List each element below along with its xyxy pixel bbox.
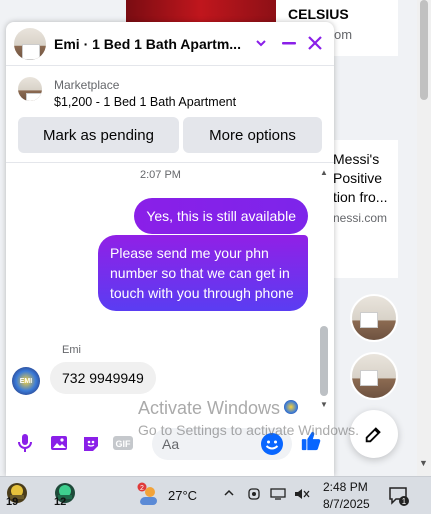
chat-title[interactable]: Emi · 1 Bed 1 Bath Apartm... [54,36,244,52]
activate-windows-watermark: Activate Windows [138,398,281,418]
mark-as-pending-button[interactable]: Mark as pending [18,117,179,153]
scroll-up-arrow[interactable]: ▲ [320,168,328,177]
message-bubble-outgoing[interactable]: Please send me your phn number so that w… [98,235,308,311]
close-icon[interactable] [304,32,326,54]
chat-scrollbar-thumb[interactable] [320,326,328,396]
notification-center-icon[interactable]: 1 [388,485,410,507]
windows-taskbar: 19 12 2 27°C 2:48 PM 8/7/2025 1 [0,476,431,514]
sender-name: Emi [62,344,81,356]
compose-icon [365,427,381,443]
volume-muted-icon[interactable] [294,487,310,504]
chat-head-avatar[interactable] [350,352,398,400]
listing-label: Marketplace [54,78,120,92]
feed-link-title[interactable]: Messi's Positive tion fro... [333,150,395,207]
weather-badge: 2 [140,485,144,492]
weather-temperature[interactable]: 27°C [168,488,197,503]
weather-icon[interactable]: 2 [136,482,162,508]
scroll-down-arrow[interactable]: ▼ [320,400,328,409]
listing-thumbnail[interactable] [18,77,42,101]
photo-icon[interactable] [48,432,70,454]
avatar-text: EMI [19,377,33,385]
message-list[interactable]: 2:07 PM Yes, this is still available Ple… [6,164,334,416]
sticker-icon[interactable] [80,432,102,454]
activate-windows-subtext: Go to Settings to activate Windows. [138,422,359,438]
feed-card-subtitle: om [334,27,353,42]
taskbar-app-2-badge: 12 [54,496,67,508]
read-receipt-avatar [284,400,298,414]
chat-scrollbar[interactable]: ▲ ▼ [318,166,330,412]
minimize-icon[interactable] [278,32,300,54]
feed-link-url: nessi.com [333,211,388,225]
notification-count: 1 [402,497,407,506]
feed-card-image [126,0,276,22]
chevron-down-icon[interactable] [250,32,272,54]
listing-avatar[interactable] [14,28,46,60]
listing-description[interactable]: $1,200 - 1 Bed 1 Bath Apartment [54,95,236,109]
microphone-icon[interactable] [14,432,36,454]
feed-card-title[interactable]: CELSIUS [288,6,349,22]
camera-icon[interactable] [247,487,261,504]
message-bubble-outgoing[interactable]: Yes, this is still available [134,198,308,234]
sender-avatar[interactable]: EMI [12,367,40,395]
chat-head-avatar[interactable] [350,294,398,342]
marketplace-listing-banner: Marketplace $1,200 - 1 Bed 1 Bath Apartm… [6,67,334,163]
chat-header[interactable]: Emi · 1 Bed 1 Bath Apartm... [6,22,334,66]
svg-text:GIF: GIF [116,439,132,449]
taskbar-app-1-badge: 19 [6,496,19,508]
scroll-down-arrow[interactable]: ▼ [419,458,428,468]
network-icon[interactable] [270,487,286,504]
more-options-button[interactable]: More options [183,117,322,153]
scrollbar-thumb[interactable] [420,0,428,100]
clock-date[interactable]: 8/7/2025 [323,497,370,511]
gif-icon[interactable]: GIF [112,432,134,454]
message-timestamp: 2:07 PM [140,169,181,181]
page-scrollbar[interactable]: ▼ [417,0,431,476]
message-bubble-incoming[interactable]: 732 9949949 [50,362,156,394]
clock-time[interactable]: 2:48 PM [323,480,368,494]
chevron-up-icon[interactable] [223,487,235,502]
taskbar-app-1[interactable]: 19 [2,481,32,511]
taskbar-app-2[interactable]: 12 [50,481,80,511]
